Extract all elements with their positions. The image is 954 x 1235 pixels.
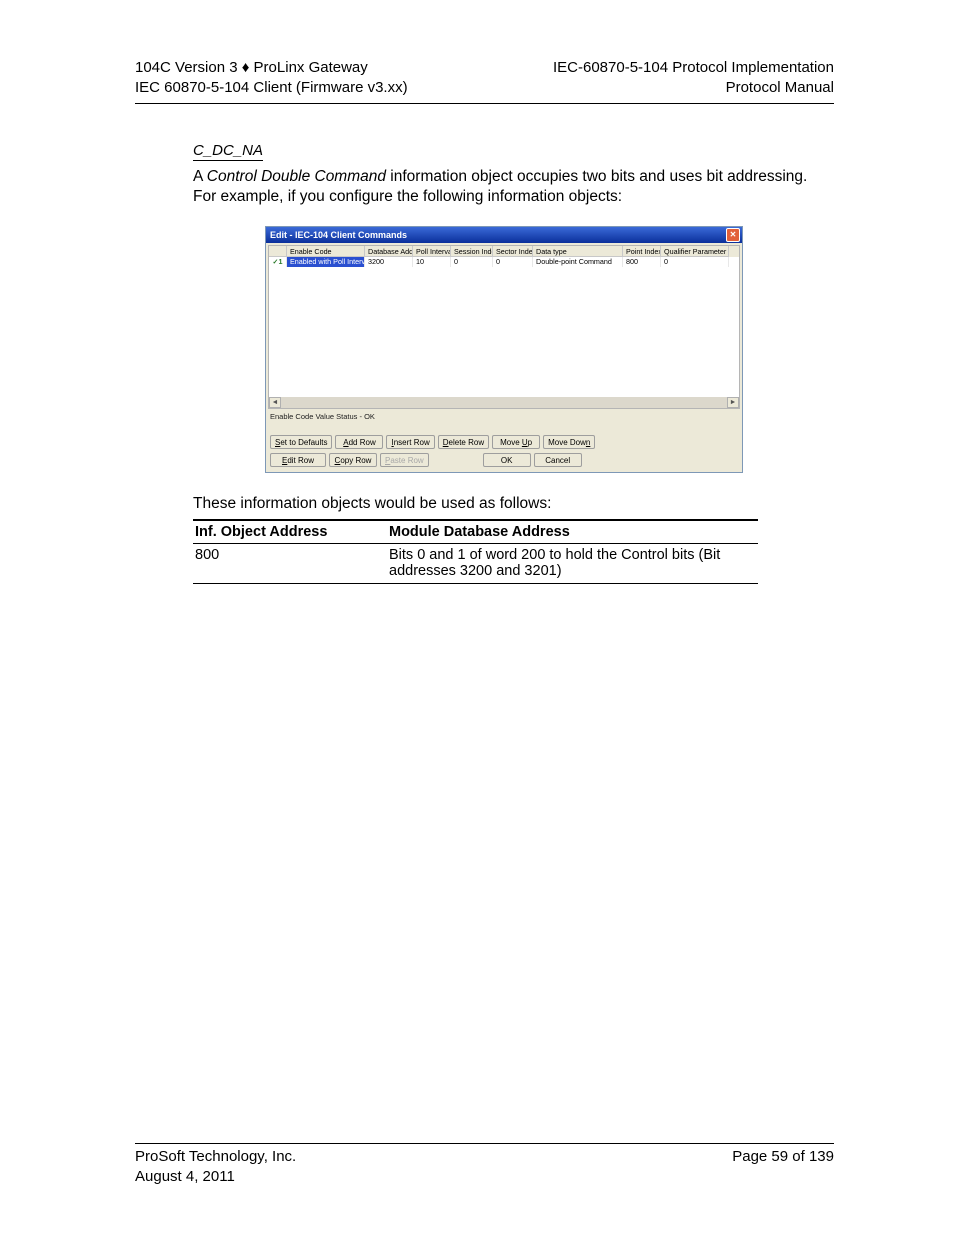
col-rownum (269, 246, 287, 257)
cell-rowmark: ✓1 (269, 257, 287, 267)
scroll-track[interactable] (281, 397, 727, 408)
col-qualifier[interactable]: Qualifier Parameter (661, 246, 729, 257)
table-cell-module: Bits 0 and 1 of word 200 to hold the Con… (387, 544, 758, 584)
dialog-button-row-2: Edit Row Copy Row Paste Row OK Cancel (266, 451, 742, 472)
ok-button[interactable]: OK (483, 453, 531, 467)
dialog-titlebar: Edit - IEC-104 Client Commands ✕ (266, 227, 742, 243)
delete-row-button[interactable]: Delete Row (438, 435, 489, 449)
table-header-module: Module Database Address (387, 520, 758, 544)
paste-row-button: Paste Row (380, 453, 429, 467)
insert-row-button[interactable]: Insert Row (386, 435, 434, 449)
dialog-button-row-1: Set to Defaults Add Row Insert Row Delet… (266, 433, 742, 451)
close-icon[interactable]: ✕ (726, 228, 740, 242)
footer-company: ProSoft Technology, Inc. (135, 1147, 296, 1167)
footer-page: Page 59 of 139 (732, 1147, 834, 1167)
cell-pointidx[interactable]: 800 (623, 257, 661, 267)
cancel-button[interactable]: Cancel (534, 453, 582, 467)
copy-row-button[interactable]: Copy Row (329, 453, 377, 467)
move-up-button[interactable]: Move Up (492, 435, 540, 449)
add-row-button[interactable]: Add Row (335, 435, 383, 449)
section-paragraph: A Control Double Command information obj… (193, 167, 834, 209)
cell-session[interactable]: 0 (451, 257, 493, 267)
col-pointidx[interactable]: Point Index (623, 246, 661, 257)
col-datatype[interactable]: Data type (533, 246, 623, 257)
commands-grid[interactable]: Enable Code Database Address Poll Interv… (268, 245, 740, 409)
page-footer: ProSoft Technology, Inc. August 4, 2011 … (135, 1143, 834, 1188)
col-enable[interactable]: Enable Code (287, 246, 365, 257)
col-session[interactable]: Session Index (451, 246, 493, 257)
edit-row-button[interactable]: Edit Row (270, 453, 326, 467)
footer-date: August 4, 2011 (135, 1167, 296, 1187)
col-sector[interactable]: Sector Index (493, 246, 533, 257)
scroll-right-icon[interactable]: ► (727, 397, 739, 408)
dialog-title: Edit - IEC-104 Client Commands (270, 230, 407, 240)
table-cell-address: 800 (193, 544, 387, 584)
grid-hscrollbar[interactable]: ◄ ► (269, 397, 739, 408)
page-header: 104C Version 3 ♦ ProLinx Gateway IEC 608… (135, 58, 834, 104)
para-italic: Control Double Command (207, 168, 386, 185)
cell-qualifier[interactable]: 0 (661, 257, 729, 267)
scroll-left-icon[interactable]: ◄ (269, 397, 281, 408)
header-left-1: 104C Version 3 ♦ ProLinx Gateway (135, 58, 408, 78)
col-dbaddr[interactable]: Database Address (365, 246, 413, 257)
info-object-table: Inf. Object Address Module Database Addr… (193, 519, 758, 584)
edit-commands-dialog: Edit - IEC-104 Client Commands ✕ Enable … (265, 226, 743, 473)
cell-datatype[interactable]: Double-point Command (533, 257, 623, 267)
grid-row[interactable]: ✓1 Enabled with Poll Interval 3200 10 0 … (269, 257, 739, 267)
header-right-2: Protocol Manual (553, 78, 834, 98)
table-header-address: Inf. Object Address (193, 520, 387, 544)
set-defaults-button[interactable]: Set to Defaults (270, 435, 332, 449)
header-right-1: IEC-60870-5-104 Protocol Implementation (553, 58, 834, 78)
col-poll[interactable]: Poll Interval (413, 246, 451, 257)
grid-header-row: Enable Code Database Address Poll Interv… (269, 246, 739, 257)
header-left-2: IEC 60870-5-104 Client (Firmware v3.xx) (135, 78, 408, 98)
cell-enable[interactable]: Enabled with Poll Interval (287, 257, 365, 267)
dialog-status: Enable Code Value Status - OK (266, 409, 742, 423)
cell-sector[interactable]: 0 (493, 257, 533, 267)
table-row: 800 Bits 0 and 1 of word 200 to hold the… (193, 544, 758, 584)
cell-poll[interactable]: 10 (413, 257, 451, 267)
after-dialog-text: These information objects would be used … (193, 495, 834, 513)
para-prefix: A (193, 168, 207, 185)
cell-dbaddr[interactable]: 3200 (365, 257, 413, 267)
move-down-button[interactable]: Move Down (543, 435, 595, 449)
section-title: C_DC_NA (193, 142, 263, 161)
